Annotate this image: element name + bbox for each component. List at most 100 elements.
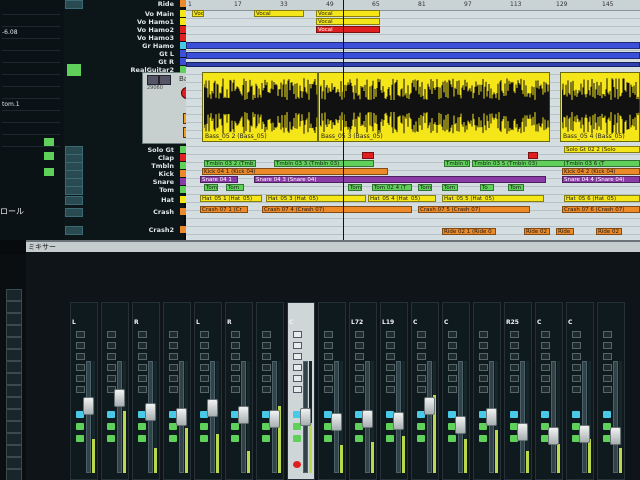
channel-record-icon[interactable]	[200, 423, 208, 430]
clip-tom[interactable]: Tom	[508, 184, 524, 191]
channel-read-button[interactable]	[262, 364, 271, 371]
track-name-14[interactable]: Tom	[94, 186, 174, 194]
track-name-17[interactable]: Crash2	[94, 226, 174, 234]
channel-mute-button[interactable]	[541, 331, 550, 338]
track-number-box[interactable]	[65, 196, 83, 205]
channel-insert-icon[interactable]	[324, 435, 332, 442]
channel-listen-button[interactable]	[603, 353, 612, 360]
mixer-common-button[interactable]	[6, 289, 22, 301]
channel-edit-button[interactable]	[479, 386, 488, 393]
clip-tom[interactable]: Tom	[226, 184, 244, 191]
mixer-channel-strip[interactable]: C	[442, 302, 470, 480]
channel-read-button[interactable]	[169, 364, 178, 371]
track-name-13[interactable]: Snare	[94, 178, 174, 186]
channel-listen-button[interactable]	[355, 353, 364, 360]
mixer-common-button[interactable]	[6, 445, 22, 457]
channel-write-button[interactable]	[603, 375, 612, 382]
track-name-9[interactable]: Solo Gt	[94, 146, 174, 154]
channel-fader-knob[interactable]	[145, 403, 156, 421]
channel-solo-button[interactable]	[324, 342, 333, 349]
channel-mute-button[interactable]	[386, 331, 395, 338]
channel-listen-button[interactable]	[479, 353, 488, 360]
mixer-channel-strip[interactable]	[473, 302, 501, 480]
channel-edit-button[interactable]	[200, 386, 209, 393]
channel-insert-icon[interactable]	[169, 435, 177, 442]
channel-fader-knob[interactable]	[331, 413, 342, 431]
channel-mute-button[interactable]	[107, 331, 116, 338]
channel-listen-button[interactable]	[200, 353, 209, 360]
inspector-row[interactable]	[2, 88, 60, 99]
channel-mute-button[interactable]	[324, 331, 333, 338]
channel-insert-icon[interactable]	[231, 435, 239, 442]
clip-top_small[interactable]: Vocal	[316, 18, 380, 25]
channel-listen-button[interactable]	[262, 353, 271, 360]
channel-read-button[interactable]	[200, 364, 209, 371]
clip-crash[interactable]: Crash 07 6 (Crash 07)	[562, 206, 640, 213]
channel-mute-button[interactable]	[76, 331, 85, 338]
channel-fader-knob[interactable]	[424, 397, 435, 415]
inspector-row[interactable]	[2, 40, 60, 51]
clip-realgt-blue[interactable]	[186, 62, 640, 67]
channel-fader-track[interactable]	[582, 361, 587, 473]
channel-fader-track[interactable]	[86, 361, 91, 473]
channel-listen-button[interactable]	[386, 353, 395, 360]
channel-read-button[interactable]	[417, 364, 426, 371]
channel-listen-button[interactable]	[293, 353, 302, 360]
inspector-row[interactable]	[2, 64, 60, 75]
channel-mute-button[interactable]	[510, 331, 519, 338]
channel-fader-knob[interactable]	[517, 423, 528, 441]
channel-write-button[interactable]	[541, 375, 550, 382]
channel-fader-knob[interactable]	[548, 427, 559, 445]
channel-solo-button[interactable]	[572, 342, 581, 349]
clip-ride[interactable]: Ride 02	[596, 228, 622, 235]
clip-tom[interactable]: Tom	[418, 184, 432, 191]
channel-write-button[interactable]	[417, 375, 426, 382]
channel-fader-knob[interactable]	[114, 389, 125, 407]
channel-mute-button[interactable]	[138, 331, 147, 338]
channel-write-button[interactable]	[107, 375, 116, 382]
channel-fader-knob[interactable]	[610, 427, 621, 445]
inspector-row[interactable]: -6.08	[2, 28, 60, 39]
mixer-channel-strip[interactable]: C	[566, 302, 594, 480]
channel-read-button[interactable]	[355, 364, 364, 371]
mixer-channel-strip[interactable]: R25	[504, 302, 532, 480]
clip-crash[interactable]: Crash 07 1 (Cr	[200, 206, 248, 213]
channel-fader-track[interactable]	[551, 361, 556, 473]
mixer-common-button[interactable]	[6, 385, 22, 397]
channel-monitor-icon[interactable]	[510, 411, 518, 418]
track-name-6[interactable]: Gt R	[94, 58, 174, 66]
mixer-channel-strip[interactable]: C	[535, 302, 563, 480]
channel-edit-button[interactable]	[572, 386, 581, 393]
mute-button[interactable]	[147, 75, 159, 85]
channel-edit-button[interactable]	[231, 386, 240, 393]
mixer-common-button[interactable]	[6, 397, 22, 409]
mixer-common-button[interactable]	[6, 469, 22, 480]
clip-tmbln[interactable]: Tmbln 03 4 (T	[444, 160, 470, 167]
channel-solo-button[interactable]	[386, 342, 395, 349]
inspector-row[interactable]	[2, 124, 60, 135]
clip-tmbln[interactable]: Tmbln 03 6 (T	[564, 160, 640, 167]
channel-record-icon[interactable]	[138, 423, 146, 430]
channel-monitor-icon[interactable]	[603, 411, 611, 418]
channel-write-button[interactable]	[293, 375, 302, 382]
clip-top_small[interactable]: Vocal	[192, 10, 204, 17]
channel-insert-icon[interactable]	[479, 435, 487, 442]
mixer-channel-strip[interactable]: L72	[349, 302, 377, 480]
mixer-common-button[interactable]	[6, 361, 22, 373]
channel-write-button[interactable]	[200, 375, 209, 382]
channel-write-button[interactable]	[231, 375, 240, 382]
channel-write-button[interactable]	[262, 375, 271, 382]
clip-hat[interactable]: Hat_05 3 (Hat_05)	[266, 195, 366, 202]
channel-insert-icon[interactable]	[200, 435, 208, 442]
channel-mute-button[interactable]	[479, 331, 488, 338]
clip-bass-waveform[interactable]: Bass_05 3 (Bass_05)	[318, 72, 550, 142]
clip-tom[interactable]: Tom	[204, 184, 218, 191]
clip-top_small[interactable]: Vocal	[316, 26, 380, 33]
channel-read-button[interactable]	[76, 364, 85, 371]
channel-edit-button[interactable]	[417, 386, 426, 393]
mixer-common-button[interactable]	[6, 301, 22, 313]
clip-hat[interactable]: Hat_05 5 (Hat_05)	[442, 195, 544, 202]
channel-fader-knob[interactable]	[83, 397, 94, 415]
clip-kick[interactable]: Kick 04 1 (Kick 04)	[202, 168, 388, 175]
channel-edit-button[interactable]	[355, 386, 364, 393]
